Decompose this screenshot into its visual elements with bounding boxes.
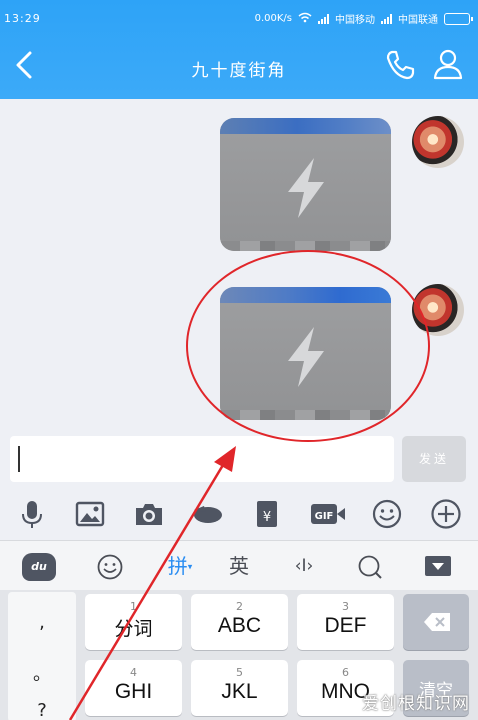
phone-icon[interactable] xyxy=(384,49,416,81)
punctuation-column[interactable]: , 。 ? xyxy=(8,592,76,720)
red-envelope-icon[interactable]: ¥ xyxy=(251,498,283,530)
carrier-1: 中国移动 xyxy=(335,15,375,26)
gif-icon[interactable]: GIF xyxy=(310,498,346,530)
ime-hide-keyboard-icon[interactable] xyxy=(424,555,452,577)
ime-cursor-label[interactable]: ‹I› xyxy=(284,551,324,581)
punct-question[interactable]: ? xyxy=(8,700,76,720)
send-button[interactable]: 发送 xyxy=(402,436,466,482)
camera-icon[interactable] xyxy=(133,498,165,530)
ime-pinyin-toggle[interactable]: 拼▾ xyxy=(160,551,200,581)
caret-down-icon: ▾ xyxy=(187,562,193,573)
svg-text:GIF: GIF xyxy=(315,511,334,522)
key-number: 3 xyxy=(342,600,349,613)
signal-icon-2 xyxy=(381,13,392,24)
watermark: 爱创根知识网 xyxy=(362,694,470,714)
plus-icon[interactable] xyxy=(430,498,462,530)
key-number: 6 xyxy=(342,666,349,679)
nav-bar: 九十度街角 xyxy=(0,38,478,96)
carrier-2: 中国联通 xyxy=(398,15,438,26)
image-pixel-band xyxy=(220,118,391,134)
ime-emoji-icon[interactable] xyxy=(96,553,124,581)
key-1[interactable]: 1 分词 xyxy=(85,594,182,650)
text-caret xyxy=(18,446,20,472)
backspace-icon xyxy=(424,613,450,631)
tool-row: ¥ GIF xyxy=(0,488,478,540)
emoji-icon[interactable] xyxy=(371,498,403,530)
svg-text:¥: ¥ xyxy=(263,510,271,525)
key-3[interactable]: 3 DEF xyxy=(297,594,394,650)
key-2[interactable]: 2 ABC xyxy=(191,594,288,650)
battery-icon xyxy=(444,12,473,25)
key-label: ABC xyxy=(217,614,262,637)
image-bubble[interactable] xyxy=(220,118,391,251)
key-label: DEF xyxy=(324,614,367,637)
ime-logo[interactable]: du xyxy=(22,553,56,581)
key-label: JKL xyxy=(221,680,258,703)
status-time: 13:29 xyxy=(4,12,41,25)
top-header: 13:29 0.00K/s 中国移动 中国联通 九十度街角 xyxy=(0,0,478,99)
microphone-icon[interactable] xyxy=(16,498,48,530)
punct-period[interactable]: 。 xyxy=(8,660,76,686)
key-label: GHI xyxy=(114,680,153,703)
red-packet-call-icon[interactable] xyxy=(192,498,224,530)
ime-english-label[interactable]: 英 xyxy=(222,551,256,581)
image-icon[interactable] xyxy=(74,498,106,530)
punct-comma[interactable]: , xyxy=(8,612,76,633)
key-number: 4 xyxy=(130,666,137,679)
signal-icon xyxy=(318,13,329,24)
ime-search-icon[interactable] xyxy=(356,553,384,581)
network-speed: 0.00K/s xyxy=(254,13,292,24)
key-number: 5 xyxy=(236,666,243,679)
key-number: 1 xyxy=(130,600,137,613)
key-5[interactable]: 5 JKL xyxy=(191,660,288,716)
key-number: 2 xyxy=(236,600,243,613)
backspace-key[interactable] xyxy=(403,594,469,650)
avatar[interactable] xyxy=(412,116,464,168)
key-label: 分词 xyxy=(114,618,153,640)
wifi-icon xyxy=(298,12,312,26)
key-4[interactable]: 4 GHI xyxy=(85,660,182,716)
status-icons: 0.00K/s 中国移动 中国联通 xyxy=(254,11,473,26)
ime-toolbar: du 拼▾ 英 ‹I› xyxy=(0,540,478,590)
person-icon[interactable] xyxy=(432,48,464,80)
ime-pinyin-label: 拼 xyxy=(167,554,188,578)
status-bar: 13:29 0.00K/s 中国移动 中国联通 xyxy=(0,0,478,34)
message-input[interactable] xyxy=(10,436,394,482)
lightning-icon xyxy=(288,158,324,218)
composer-row: 发送 xyxy=(0,430,478,488)
annotation-circle xyxy=(186,250,430,442)
